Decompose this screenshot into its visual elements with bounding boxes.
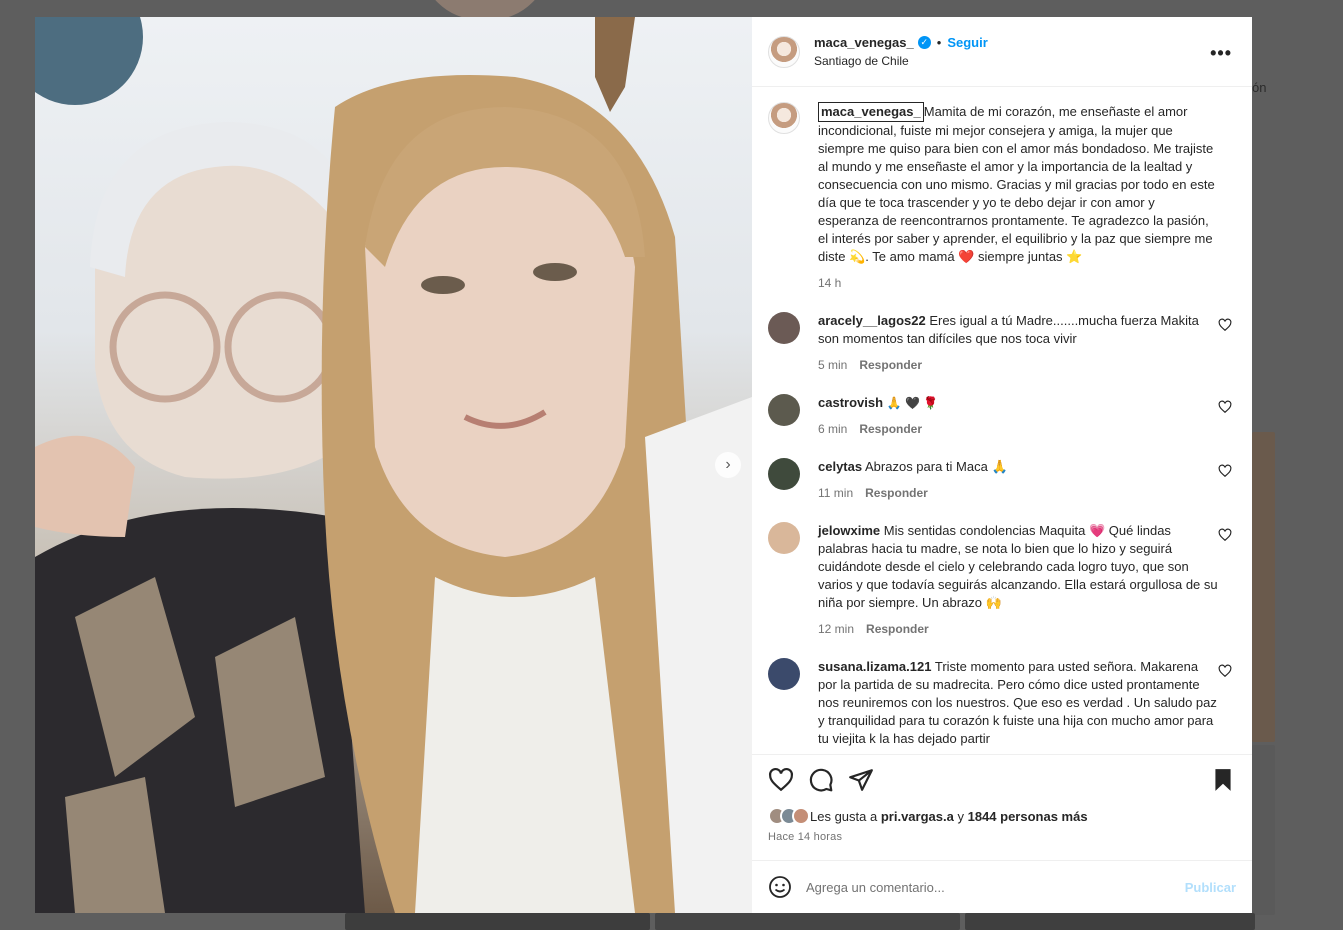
author-avatar[interactable]	[768, 35, 800, 68]
post-modal: › maca_venegas_ ✓ • Seguir Santiago de C…	[35, 17, 1252, 913]
heart-icon[interactable]	[1218, 664, 1232, 678]
comment-username[interactable]: castrovish	[818, 395, 883, 410]
eye-left	[421, 276, 465, 294]
comment-time[interactable]: 5 min	[818, 356, 847, 374]
heart-icon[interactable]	[1218, 528, 1232, 542]
caption-time[interactable]: 14 h	[818, 274, 841, 292]
comment-input[interactable]	[806, 879, 1185, 895]
heart-icon[interactable]	[1218, 400, 1232, 414]
reply-button[interactable]: Responder	[866, 620, 929, 638]
reply-button[interactable]: Responder	[859, 420, 922, 438]
likes-connector: y	[957, 808, 964, 824]
commenter-avatar[interactable]	[768, 312, 800, 344]
verified-badge-icon: ✓	[917, 36, 931, 49]
arm	[35, 435, 135, 537]
reply-button[interactable]: Responder	[859, 356, 922, 374]
photo-illustration	[35, 17, 752, 913]
commenter-avatar[interactable]	[768, 522, 800, 554]
author-avatar[interactable]	[768, 102, 800, 134]
caption: maca_venegas_ Mamita de mi corazón, me en…	[768, 102, 1236, 292]
commenter-avatar[interactable]	[768, 658, 800, 690]
post-photo[interactable]: ›	[35, 17, 752, 913]
background-thumbnail	[655, 913, 960, 930]
background-thumbnail	[965, 913, 1255, 930]
commenter-avatar[interactable]	[768, 458, 800, 490]
post-side-panel: maca_venegas_ ✓ • Seguir Santiago de Chi…	[752, 17, 1252, 913]
comment-username[interactable]: jelowxime	[818, 523, 880, 538]
next-photo-button[interactable]: ›	[715, 452, 741, 478]
comment-username[interactable]: susana.lizama.121	[818, 659, 931, 674]
comment-item: celytas Abrazos para ti Maca 🙏 11 min Res…	[768, 458, 1236, 502]
comments-list[interactable]: maca_venegas_ Mamita de mi corazón, me en…	[752, 88, 1252, 754]
background-thumbnail	[1252, 432, 1275, 742]
background-thumbnail	[345, 913, 650, 930]
comment-icon[interactable]	[808, 767, 834, 793]
comment-time[interactable]: 12 min	[818, 620, 854, 638]
wall-ornament	[595, 17, 635, 112]
comment-time[interactable]: 11 min	[818, 484, 853, 502]
reply-button[interactable]: Responder	[865, 484, 928, 502]
heart-icon[interactable]	[768, 767, 794, 793]
separator-dot: •	[936, 35, 942, 50]
author-username[interactable]: maca_venegas_	[814, 35, 914, 50]
post-actions: Les gusta a pri.vargas.a y 1844 personas…	[752, 754, 1252, 860]
more-options-icon[interactable]: •••	[1210, 43, 1232, 64]
follow-button[interactable]: Seguir	[947, 35, 987, 50]
add-comment-bar: Publicar	[752, 860, 1252, 913]
comment-item: jelowxime Mis sentidas condolencias Maqu…	[768, 522, 1236, 638]
comment-item: castrovish 🙏 🖤 🌹 6 min Responder	[768, 394, 1236, 438]
eye-right	[533, 263, 577, 281]
background-partial-text: ón	[1252, 80, 1267, 95]
publish-button[interactable]: Publicar	[1185, 880, 1236, 895]
likes-others[interactable]: 1844 personas más	[968, 809, 1088, 824]
wall-decoration	[35, 17, 143, 105]
emoji-smiley-icon[interactable]	[768, 875, 792, 899]
post-location[interactable]: Santiago de Chile	[814, 54, 988, 68]
post-time-ago[interactable]: Hace 14 horas	[768, 831, 1236, 843]
comment-username[interactable]: celytas	[818, 459, 862, 474]
commenter-avatar[interactable]	[768, 394, 800, 426]
post-header: maca_venegas_ ✓ • Seguir Santiago de Chi…	[752, 17, 1252, 87]
heart-icon[interactable]	[1218, 318, 1232, 332]
heart-icon[interactable]	[1218, 464, 1232, 478]
comment-text: Abrazos para ti Maca 🙏	[865, 459, 1008, 474]
comment-username[interactable]: aracely__lagos22	[818, 313, 926, 328]
comment-item: susana.lizama.121 Triste momento para us…	[768, 658, 1236, 748]
comment-item: aracely__lagos22 Eres igual a tú Madre..…	[768, 312, 1236, 374]
comment-time[interactable]: 6 min	[818, 420, 847, 438]
likes-user[interactable]: pri.vargas.a	[881, 809, 954, 824]
likes-summary: Les gusta a pri.vargas.a y 1844 personas…	[768, 807, 1236, 825]
caption-username[interactable]: maca_venegas_	[818, 102, 924, 122]
chevron-right-icon: ›	[725, 456, 731, 473]
liker-avatars	[768, 807, 810, 825]
likes-prefix: Les gusta a	[810, 808, 878, 824]
caption-text: Mamita de mi corazón, me enseñaste el am…	[818, 104, 1215, 264]
background-thumbnail	[1252, 745, 1275, 915]
paper-plane-icon[interactable]	[848, 767, 874, 793]
bookmark-icon[interactable]	[1210, 767, 1236, 793]
comment-text: 🙏 🖤 🌹	[886, 396, 939, 410]
